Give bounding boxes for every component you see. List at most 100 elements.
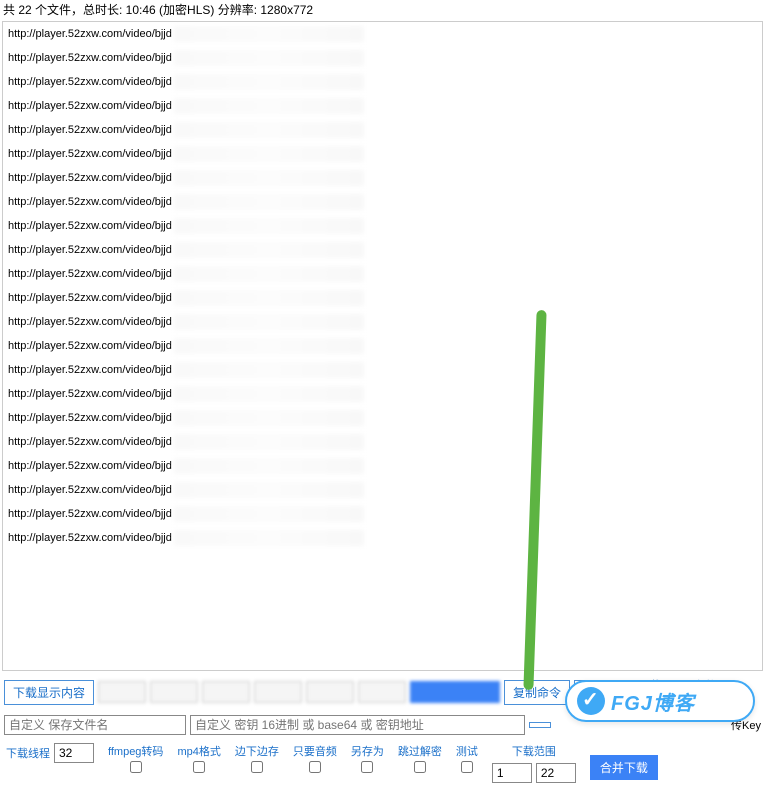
url-blurred-suffix <box>174 290 364 306</box>
ffmpeg-label: ffmpeg转码 <box>108 743 163 759</box>
logo-text: FGJ博客 <box>611 687 695 716</box>
url-item[interactable]: http://player.52zxw.com/video/bjjd <box>3 406 762 430</box>
check-icon <box>577 687 605 715</box>
url-blurred-suffix <box>174 194 364 210</box>
test-checkbox[interactable] <box>461 761 473 773</box>
ffmpeg-checkbox[interactable] <box>130 761 142 773</box>
url-blurred-suffix <box>174 50 364 66</box>
url-text: http://player.52zxw.com/video/bjjd <box>8 340 172 352</box>
url-item[interactable]: http://player.52zxw.com/video/bjjd <box>3 166 762 190</box>
download-seq-checkbox[interactable] <box>251 761 263 773</box>
url-item[interactable]: http://player.52zxw.com/video/bjjd <box>3 70 762 94</box>
url-blurred-suffix <box>174 314 364 330</box>
blurred-button-2[interactable] <box>150 681 198 703</box>
url-item[interactable]: http://player.52zxw.com/video/bjjd <box>3 46 762 70</box>
blurred-button-4[interactable] <box>254 681 302 703</box>
blurred-button-3[interactable] <box>202 681 250 703</box>
url-item[interactable]: http://player.52zxw.com/video/bjjd <box>3 22 762 46</box>
file-summary-header: 共 22 个文件，总时长: 10:46 (加密HLS) 分辨率: 1280x77… <box>0 0 765 19</box>
url-item[interactable]: http://player.52zxw.com/video/bjjd <box>3 478 762 502</box>
url-item[interactable]: http://player.52zxw.com/video/bjjd <box>3 334 762 358</box>
url-text: http://player.52zxw.com/video/bjjd <box>8 292 172 304</box>
url-item[interactable]: http://player.52zxw.com/video/bjjd <box>3 118 762 142</box>
thread-input[interactable] <box>54 743 94 763</box>
skip-decrypt-label: 跳过解密 <box>398 743 442 759</box>
filename-input[interactable] <box>4 715 186 735</box>
url-item[interactable]: http://player.52zxw.com/video/bjjd <box>3 94 762 118</box>
url-text: http://player.52zxw.com/video/bjjd <box>8 76 172 88</box>
thread-label: 下载线程 <box>6 745 50 761</box>
url-blurred-suffix <box>174 146 364 162</box>
url-blurred-suffix <box>174 122 364 138</box>
url-blurred-suffix <box>174 530 364 546</box>
copy-command-button[interactable]: 复制命令 <box>504 680 570 705</box>
url-item[interactable]: http://player.52zxw.com/video/bjjd <box>3 382 762 406</box>
url-item[interactable]: http://player.52zxw.com/video/bjjd <box>3 502 762 526</box>
url-text: http://player.52zxw.com/video/bjjd <box>8 124 172 136</box>
audio-only-checkbox[interactable] <box>309 761 321 773</box>
save-as-checkbox[interactable] <box>361 761 373 773</box>
url-blurred-suffix <box>174 170 364 186</box>
url-blurred-suffix <box>174 218 364 234</box>
show-download-content-button[interactable]: 下载显示内容 <box>4 680 94 705</box>
url-blurred-suffix <box>174 266 364 282</box>
url-blurred-suffix <box>174 434 364 450</box>
url-text: http://player.52zxw.com/video/bjjd <box>8 388 172 400</box>
url-text: http://player.52zxw.com/video/bjjd <box>8 484 172 496</box>
range-to-input[interactable] <box>536 763 576 783</box>
blurred-primary-button[interactable] <box>410 681 500 703</box>
options-row: 下载线程 ffmpeg转码 mp4格式 边下边存 只要音频 另存为 跳过解密 测… <box>0 739 765 787</box>
url-blurred-suffix <box>174 386 364 402</box>
blurred-button-1[interactable] <box>98 681 146 703</box>
url-text: http://player.52zxw.com/video/bjjd <box>8 244 172 256</box>
test-label: 测试 <box>456 743 478 759</box>
url-text: http://player.52zxw.com/video/bjjd <box>8 100 172 112</box>
download-seq-label: 边下边存 <box>235 743 279 759</box>
skip-decrypt-checkbox[interactable] <box>414 761 426 773</box>
url-text: http://player.52zxw.com/video/bjjd <box>8 220 172 232</box>
url-item[interactable]: http://player.52zxw.com/video/bjjd <box>3 142 762 166</box>
blurred-button-5[interactable] <box>306 681 354 703</box>
mp4-checkbox[interactable] <box>193 761 205 773</box>
url-blurred-suffix <box>174 74 364 90</box>
url-item[interactable]: http://player.52zxw.com/video/bjjd <box>3 190 762 214</box>
merge-download-button[interactable]: 合并下载 <box>590 755 658 780</box>
url-blurred-suffix <box>174 362 364 378</box>
url-blurred-suffix <box>174 98 364 114</box>
audio-only-label: 只要音频 <box>293 743 337 759</box>
url-blurred-suffix <box>174 242 364 258</box>
url-item[interactable]: http://player.52zxw.com/video/bjjd <box>3 358 762 382</box>
url-text: http://player.52zxw.com/video/bjjd <box>8 52 172 64</box>
url-blurred-suffix <box>174 410 364 426</box>
url-item[interactable]: http://player.52zxw.com/video/bjjd <box>3 262 762 286</box>
url-item[interactable]: http://player.52zxw.com/video/bjjd <box>3 286 762 310</box>
url-item[interactable]: http://player.52zxw.com/video/bjjd <box>3 238 762 262</box>
url-item[interactable]: http://player.52zxw.com/video/bjjd <box>3 214 762 238</box>
watermark-logo: FGJ博客 <box>565 680 755 722</box>
url-blurred-suffix <box>174 458 364 474</box>
url-item[interactable]: http://player.52zxw.com/video/bjjd <box>3 430 762 454</box>
url-text: http://player.52zxw.com/video/bjjd <box>8 460 172 472</box>
blurred-button-6[interactable] <box>358 681 406 703</box>
mp4-label: mp4格式 <box>177 743 220 759</box>
url-text: http://player.52zxw.com/video/bjjd <box>8 172 172 184</box>
url-text: http://player.52zxw.com/video/bjjd <box>8 28 172 40</box>
extra-button[interactable] <box>529 722 551 728</box>
url-blurred-suffix <box>174 482 364 498</box>
url-text: http://player.52zxw.com/video/bjjd <box>8 436 172 448</box>
url-text: http://player.52zxw.com/video/bjjd <box>8 148 172 160</box>
url-item[interactable]: http://player.52zxw.com/video/bjjd <box>3 526 762 550</box>
url-item[interactable]: http://player.52zxw.com/video/bjjd <box>3 310 762 334</box>
url-text: http://player.52zxw.com/video/bjjd <box>8 508 172 520</box>
key-input[interactable] <box>190 715 525 735</box>
url-text: http://player.52zxw.com/video/bjjd <box>8 532 172 544</box>
url-blurred-suffix <box>174 506 364 522</box>
url-blurred-suffix <box>174 338 364 354</box>
url-text: http://player.52zxw.com/video/bjjd <box>8 316 172 328</box>
url-item[interactable]: http://player.52zxw.com/video/bjjd <box>3 454 762 478</box>
range-from-input[interactable] <box>492 763 532 783</box>
url-text: http://player.52zxw.com/video/bjjd <box>8 412 172 424</box>
url-text: http://player.52zxw.com/video/bjjd <box>8 268 172 280</box>
save-as-label: 另存为 <box>351 743 384 759</box>
url-list[interactable]: http://player.52zxw.com/video/bjjd http:/… <box>2 21 763 671</box>
